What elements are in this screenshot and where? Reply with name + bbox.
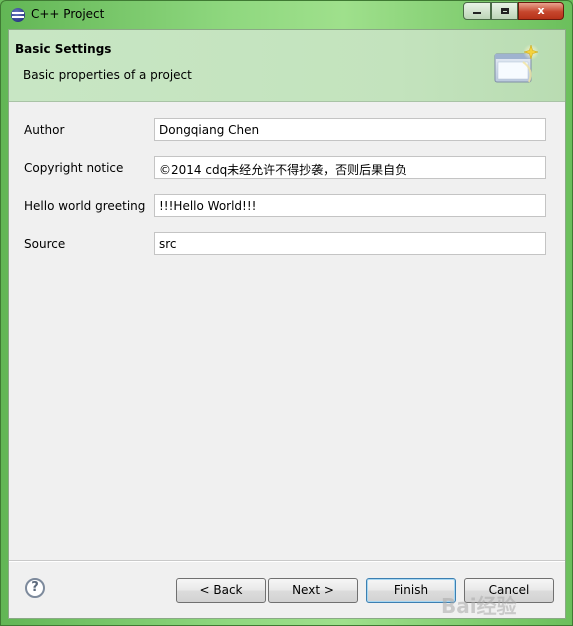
dialog-window: C++ Project x Basic Settings Basic prope…	[0, 0, 573, 626]
author-row: Author Dongqiang Chen	[9, 118, 565, 142]
finish-button[interactable]: Finish	[366, 578, 456, 603]
title-bar[interactable]: C++ Project x	[1, 1, 572, 29]
greeting-input[interactable]: !!!Hello World!!!	[154, 194, 546, 217]
minimize-icon	[473, 12, 481, 14]
window-title: C++ Project	[31, 7, 105, 21]
copyright-label: Copyright notice	[24, 161, 124, 175]
back-button[interactable]: < Back	[176, 578, 266, 603]
wizard-client-area: Basic Settings Basic properties of a pro…	[8, 29, 566, 619]
wizard-banner-icon	[494, 44, 539, 83]
greeting-row: Hello world greeting !!!Hello World!!!	[9, 194, 565, 218]
next-button[interactable]: Next >	[268, 578, 358, 603]
banner-description: Basic properties of a project	[23, 68, 192, 82]
close-icon: x	[537, 4, 545, 17]
author-label: Author	[24, 123, 65, 137]
wizard-banner: Basic Settings Basic properties of a pro…	[9, 30, 565, 102]
author-input[interactable]: Dongqiang Chen	[154, 118, 546, 141]
button-bar-divider	[9, 560, 565, 562]
close-button[interactable]: x	[518, 2, 564, 20]
greeting-label: Hello world greeting	[24, 199, 146, 213]
maximize-icon	[500, 8, 509, 14]
copyright-row: Copyright notice ©2014 cdq未经允许不得抄袭，否则后果自…	[9, 156, 565, 180]
source-row: Source src	[9, 232, 565, 256]
banner-title: Basic Settings	[15, 42, 112, 56]
maximize-button[interactable]	[491, 2, 518, 20]
help-icon[interactable]: ?	[25, 578, 45, 598]
source-label: Source	[24, 237, 66, 251]
eclipse-app-icon	[11, 8, 25, 22]
cancel-button[interactable]: Cancel	[464, 578, 554, 603]
copyright-input[interactable]: ©2014 cdq未经允许不得抄袭，否则后果自负	[154, 156, 546, 179]
source-input[interactable]: src	[154, 232, 546, 255]
minimize-button[interactable]	[463, 2, 491, 20]
